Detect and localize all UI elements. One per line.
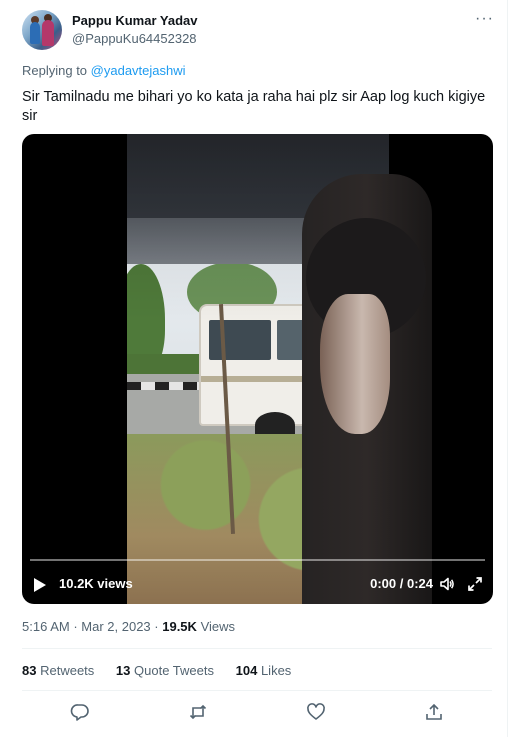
likes-stat[interactable]: 104 Likes [236,663,292,678]
video-views: 10.2K views [59,576,133,591]
quotes-count: 13 [115,663,131,678]
video-controls: 10.2K views 0:00 / 0:24 [22,572,493,596]
tweet-meta: 5:16 AM · Mar 2, 2023 · 19.5K Views [22,619,236,634]
reply-icon[interactable] [70,702,90,722]
tweet-views-count: 19.5K [162,619,197,634]
display-name[interactable]: Pappu Kumar Yadav [72,13,197,28]
video-time: 0:00 / 0:24 [370,576,433,591]
tweet-actions [22,700,492,724]
tweet-stats: 83 Retweets 13 Quote Tweets 104 Likes [22,663,309,678]
replying-to: Replying to @yadavtejashwi [22,63,186,78]
tweet-time[interactable]: 5:16 AM [22,619,70,634]
retweet-icon[interactable] [188,702,208,722]
tweet-card: Pappu Kumar Yadav @PappuKu64452328 ··· R… [0,0,508,737]
fullscreen-icon[interactable] [467,576,483,592]
video-progress-bar[interactable] [30,559,485,561]
retweets-count: 83 [22,663,37,678]
likes-count: 104 [235,663,258,678]
play-icon[interactable] [34,578,46,592]
divider [22,648,492,649]
retweets-stat[interactable]: 83 Retweets [22,663,94,678]
user-handle[interactable]: @PappuKu64452328 [72,31,197,46]
heart-icon[interactable] [306,702,326,722]
volume-icon[interactable] [439,576,455,592]
tweet-header: Pappu Kumar Yadav @PappuKu64452328 ··· [22,10,498,52]
quotes-label: Quote Tweets [134,663,214,678]
likes-label: Likes [260,663,292,678]
video-player[interactable]: 10.2K views 0:00 / 0:24 [22,134,493,604]
tweet-date[interactable]: Mar 2, 2023 [81,619,150,634]
avatar[interactable] [22,10,62,50]
replying-to-link[interactable]: @yadavtejashwi [91,63,186,78]
more-dots-icon[interactable]: ··· [475,11,494,27]
tweet-views-label: Views [200,619,236,634]
quotes-stat[interactable]: 13 Quote Tweets [116,663,214,678]
retweets-label: Retweets [40,663,95,678]
share-icon[interactable] [424,702,444,722]
divider [22,690,492,691]
replying-to-label: Replying to [22,63,88,78]
tweet-text: Sir Tamilnadu me bihari yo ko kata ja ra… [22,89,486,124]
